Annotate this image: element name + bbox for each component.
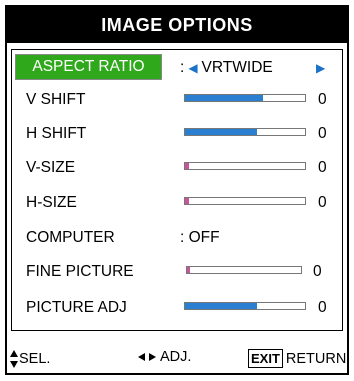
menu-item-computer[interactable]: COMPUTER : OFF — [12, 222, 341, 252]
adjust-label: ADJ. — [160, 349, 192, 365]
v-size-label: V-SIZE — [26, 159, 76, 176]
return-hint: EXIT RETURN — [248, 349, 346, 368]
v-size-slider-fill — [185, 163, 189, 169]
h-size-label: H-SIZE — [26, 194, 77, 211]
h-shift-value: 0 — [318, 125, 327, 142]
v-shift-slider-fill — [185, 95, 263, 101]
aspect-ratio-value-text: VRTWIDE — [201, 59, 273, 76]
v-shift-slider[interactable] — [184, 94, 306, 102]
computer-value: : OFF — [180, 229, 220, 246]
v-shift-label: V SHIFT — [26, 91, 86, 108]
menu-item-fine-picture[interactable]: FINE PICTURE 0 — [12, 256, 341, 286]
left-arrow-icon[interactable]: ◀ — [188, 61, 197, 75]
left-right-arrow-icon — [137, 352, 157, 362]
adjust-hint: ADJ. — [137, 349, 191, 365]
picture-adj-slider[interactable] — [184, 302, 306, 310]
menu-item-h-shift[interactable]: H SHIFT 0 — [12, 118, 341, 148]
menu-item-aspect-ratio[interactable]: ASPECT RATIO : ◀ VRTWIDE ▶ — [12, 52, 341, 82]
menu-title: IMAGE OPTIONS — [7, 7, 347, 43]
return-label: RETURN — [285, 350, 347, 367]
v-size-value: 0 — [318, 159, 327, 176]
up-down-arrow-icon — [9, 349, 19, 369]
h-shift-slider-fill — [185, 129, 257, 135]
picture-adj-label: PICTURE ADJ — [26, 299, 127, 316]
h-size-slider-fill — [185, 198, 189, 204]
image-options-menu: IMAGE OPTIONS ASPECT RATIO : ◀ VRTWIDE ▶ V… — [5, 5, 349, 375]
menu-list: ASPECT RATIO : ◀ VRTWIDE ▶ V SHIFT 0 H SHI… — [11, 49, 343, 331]
h-shift-label: H SHIFT — [26, 125, 87, 142]
computer-label: COMPUTER — [26, 229, 115, 246]
select-hint: SEL. — [9, 349, 50, 369]
select-label: SEL. — [19, 351, 51, 367]
picture-adj-value: 0 — [318, 299, 327, 316]
menu-item-v-shift[interactable]: V SHIFT 0 — [12, 84, 341, 114]
exit-key-icon: EXIT — [248, 349, 283, 368]
h-shift-slider[interactable] — [184, 128, 306, 136]
fine-picture-slider-fill — [187, 267, 191, 273]
v-shift-value: 0 — [318, 91, 327, 108]
menu-footer: SEL. ADJ. EXIT RETURN — [7, 345, 347, 369]
aspect-ratio-label: ASPECT RATIO — [15, 54, 162, 80]
aspect-ratio-value[interactable]: : ◀ VRTWIDE — [180, 59, 273, 77]
computer-value-text: OFF — [188, 229, 220, 246]
menu-item-v-size[interactable]: V-SIZE 0 — [12, 152, 341, 182]
menu-item-picture-adj[interactable]: PICTURE ADJ 0 — [12, 292, 341, 322]
picture-adj-slider-fill — [185, 303, 257, 309]
fine-picture-label: FINE PICTURE — [26, 263, 134, 280]
fine-picture-slider[interactable] — [186, 266, 302, 274]
menu-item-h-size[interactable]: H-SIZE 0 — [12, 187, 341, 217]
right-arrow-icon[interactable]: ▶ — [316, 61, 325, 75]
v-size-slider[interactable] — [184, 162, 306, 170]
fine-picture-value: 0 — [313, 263, 322, 280]
h-size-value: 0 — [318, 194, 327, 211]
h-size-slider[interactable] — [184, 197, 306, 205]
